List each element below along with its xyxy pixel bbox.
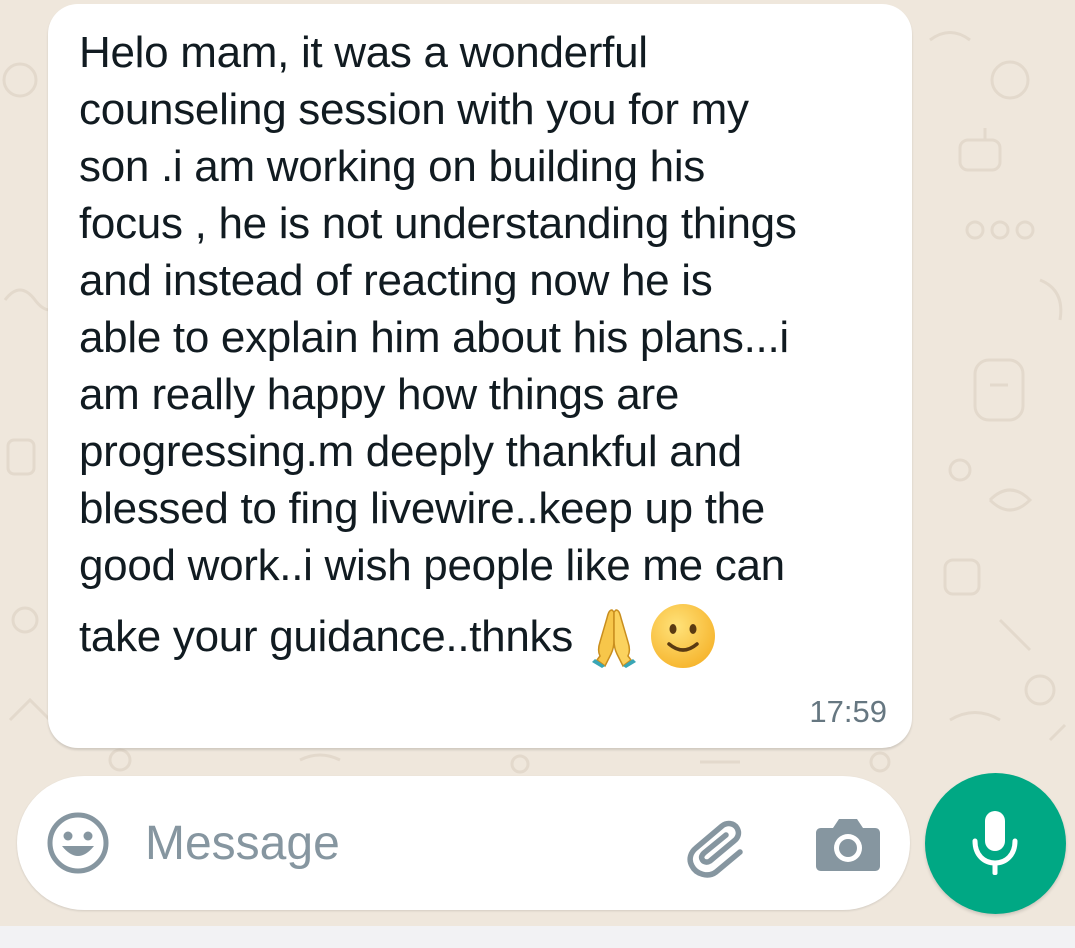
message-input[interactable]: Message	[145, 816, 340, 872]
folded-hands-emoji	[591, 609, 636, 668]
camera-icon[interactable]	[815, 814, 881, 872]
message-text: Helo mam, it was a wonderful counseling …	[79, 24, 899, 670]
smiling-face-emoji	[650, 604, 715, 668]
incoming-message-bubble[interactable]: Helo mam, it was a wonderful counseling …	[48, 4, 912, 748]
message-line: focus , he is not understanding things	[79, 199, 797, 248]
microphone-icon	[972, 811, 1018, 875]
paperclip-icon[interactable]	[682, 814, 752, 878]
message-line: blessed to fing livewire..keep up the	[79, 484, 765, 533]
voice-record-button[interactable]	[925, 773, 1066, 914]
system-navigation-bar	[0, 926, 1075, 948]
message-line: and instead of reacting now he is	[79, 256, 713, 305]
message-line: progressing.m deeply thankful and	[79, 427, 742, 476]
message-line: am really happy how things are	[79, 370, 679, 419]
message-line: son .i am working on building his	[79, 142, 705, 191]
message-line: Helo mam, it was a wonderful	[79, 28, 648, 77]
message-composer: Message	[17, 776, 910, 910]
message-line: counseling session with you for my	[79, 85, 749, 134]
message-line-last: take your guidance..thnks	[79, 602, 899, 670]
message-line: able to explain him about his plans...i	[79, 313, 789, 362]
message-line-text: take your guidance..thnks	[79, 611, 573, 661]
emoji-icon[interactable]	[45, 810, 111, 876]
message-line: good work..i wish people like me can	[79, 541, 785, 590]
message-timestamp: 17:59	[809, 694, 887, 729]
